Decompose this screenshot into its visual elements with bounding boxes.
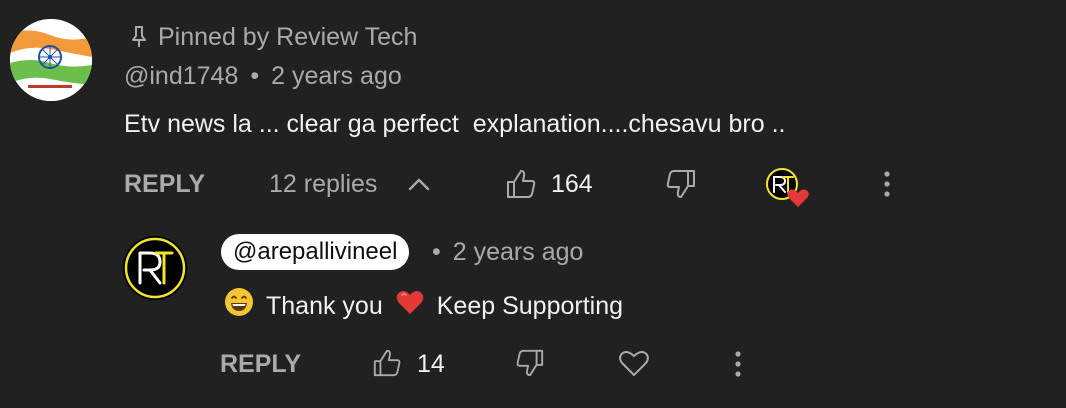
commenter-avatar[interactable] [10, 19, 92, 101]
view-replies-toggle[interactable]: 12 replies [269, 169, 377, 199]
reply-text-part2: Keep Supporting [436, 292, 624, 320]
pinned-indicator: Pinned by Review Tech [128, 22, 417, 52]
reply-reply-button[interactable]: REPLY [220, 349, 301, 379]
grinning-face-emoji [224, 287, 254, 325]
like-count: 164 [551, 170, 593, 198]
comment-timestamp[interactable]: 2 years ago [271, 62, 402, 90]
reply-button[interactable]: REPLY [124, 169, 205, 199]
reply-avatar[interactable] [123, 236, 187, 300]
reply-text: Thank you Keep Supporting [224, 287, 623, 325]
separator-dot: • [432, 238, 441, 266]
comment-author[interactable]: @ind1748 [124, 62, 238, 90]
thumbs-down-icon[interactable] [665, 168, 697, 200]
reply-author-badge[interactable]: @arepallivineel [221, 234, 410, 270]
separator-dot: • [250, 62, 260, 90]
thumbs-up-icon[interactable] [505, 168, 537, 200]
reply-text-part1: Thank you [266, 292, 383, 320]
reply-header: • 2 years ago [432, 237, 583, 267]
thumbs-up-icon[interactable] [372, 348, 402, 378]
pin-icon [128, 24, 150, 50]
red-heart-emoji [395, 287, 425, 325]
comment-header: @ind1748 • 2 years ago [124, 61, 402, 91]
creator-heart-icon [765, 167, 811, 214]
chevron-up-icon[interactable] [406, 172, 432, 196]
more-vert-icon[interactable] [880, 170, 894, 198]
reply-timestamp[interactable]: 2 years ago [453, 238, 584, 266]
comment-text: Etv news la ... clear ga perfect explana… [124, 110, 786, 138]
pinned-label: Pinned by Review Tech [158, 23, 418, 51]
thumbs-down-icon[interactable] [515, 348, 545, 378]
heart-icon[interactable] [618, 348, 650, 378]
reply-like-count: 14 [417, 350, 445, 378]
more-vert-icon[interactable] [731, 350, 745, 378]
